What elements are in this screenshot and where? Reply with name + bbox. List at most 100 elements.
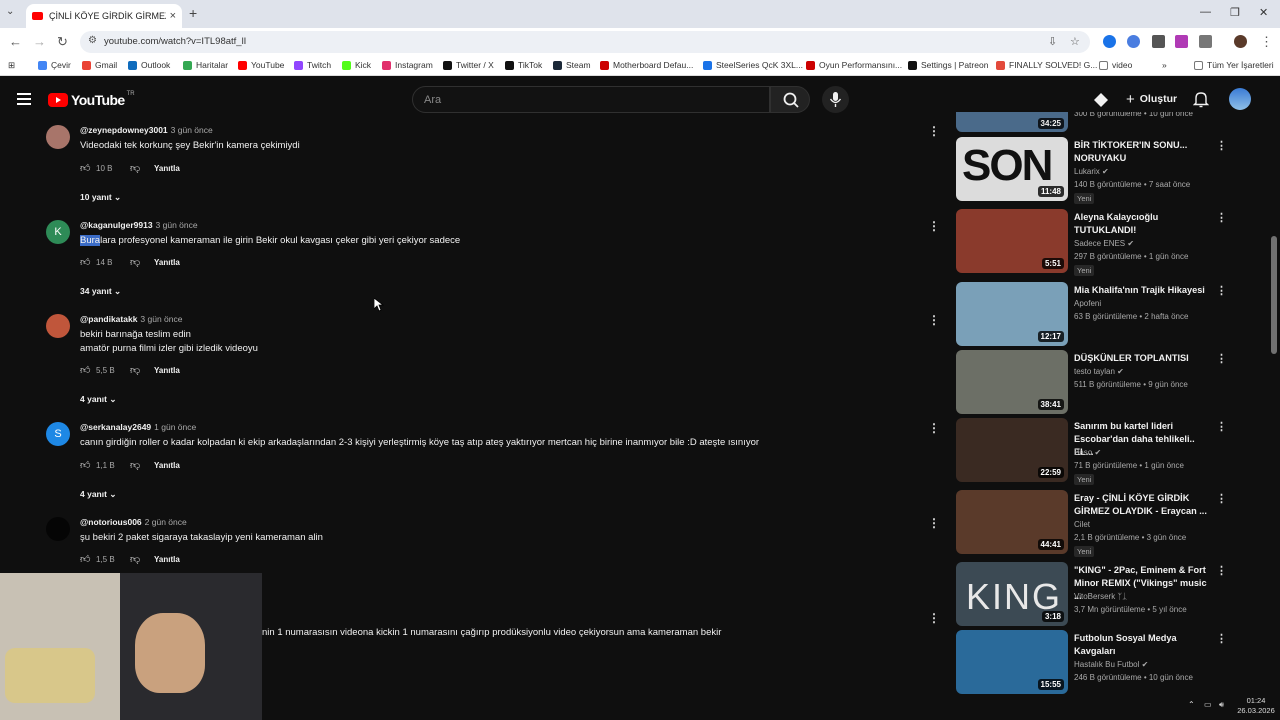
- bookmark-item[interactable]: FINALLY SOLVED! G...: [996, 60, 1097, 70]
- tab-search-icon[interactable]: ⌄: [6, 6, 14, 17]
- video-thumbnail[interactable]: 12:17: [956, 282, 1068, 346]
- channel-name[interactable]: VitoBerserk ᛉᛣ: [1074, 592, 1127, 601]
- video-thumbnail[interactable]: 44:41: [956, 490, 1068, 554]
- recommended-video[interactable]: 22:59 Sanırım bu kartel lideri Escobar'd…: [956, 418, 1227, 485]
- menu-icon[interactable]: [17, 93, 31, 105]
- channel-name[interactable]: Sadece ENES ✔: [1074, 239, 1134, 248]
- restore-icon[interactable]: ❐: [1230, 6, 1240, 19]
- video-title[interactable]: BİR TİKTOKER'IN SONU... NORUYAKU: [1074, 139, 1210, 165]
- comment-time[interactable]: 3 gün önce: [140, 314, 182, 324]
- bookmark-item[interactable]: Instagram: [382, 60, 433, 70]
- like-icon[interactable]: 👍︎: [80, 364, 94, 376]
- channel-name[interactable]: Lukarix ✔: [1074, 167, 1109, 176]
- bookmark-item[interactable]: Motherboard Defau...: [600, 60, 693, 70]
- video-title[interactable]: Aleyna Kalaycıoğlu TUTUKLANDI!: [1074, 211, 1210, 237]
- video-menu-icon[interactable]: ⋮: [1216, 420, 1227, 433]
- dislike-icon[interactable]: 👎︎: [130, 256, 154, 268]
- channel-name[interactable]: Hastalık Bu Futbol ✔: [1074, 660, 1148, 669]
- forward-icon[interactable]: →: [33, 34, 46, 49]
- video-menu-icon[interactable]: ⋮: [1216, 139, 1227, 152]
- site-info-icon[interactable]: ⚙: [88, 35, 97, 46]
- channel-name[interactable]: testo taylan ✔: [1074, 367, 1124, 376]
- extension-icon[interactable]: [1103, 35, 1116, 48]
- page-scrollbar[interactable]: [1271, 236, 1277, 354]
- extension-icon[interactable]: [1175, 35, 1188, 48]
- video-menu-icon[interactable]: ⋮: [1216, 492, 1227, 505]
- bookmark-item[interactable]: Twitter / X: [443, 60, 494, 70]
- dislike-icon[interactable]: 👎︎: [130, 364, 154, 376]
- network-icon[interactable]: ▭: [1204, 700, 1212, 709]
- replies-toggle[interactable]: 4 yanıt ⌄: [80, 394, 116, 405]
- tray-chevron-icon[interactable]: ⌃: [1188, 700, 1195, 709]
- bookmark-folder[interactable]: video: [1099, 60, 1132, 70]
- replies-toggle[interactable]: 10 yanıt ⌄: [80, 192, 121, 203]
- comment-time[interactable]: 1 gün önce: [154, 422, 196, 432]
- video-title[interactable]: Futbolun Sosyal Medya Kavgaları: [1074, 632, 1210, 658]
- bookmark-item[interactable]: Oyun Performansını...: [806, 60, 902, 70]
- comment-author[interactable]: @serkanalay2649: [80, 422, 151, 432]
- bookmark-item[interactable]: Kick: [342, 60, 371, 70]
- like-icon[interactable]: 👍︎: [80, 553, 94, 565]
- recommended-video[interactable]: SON 11:48 BİR TİKTOKER'IN SONU... NORUYA…: [956, 137, 1227, 204]
- video-title[interactable]: DÜŞKÜNLER TOPLANTISI: [1074, 352, 1210, 365]
- dislike-icon[interactable]: 👎︎: [130, 553, 154, 565]
- video-title[interactable]: Mia Khalifa'nın Trajik Hikayesi: [1074, 284, 1210, 297]
- video-thumbnail[interactable]: SON 11:48: [956, 137, 1068, 201]
- bookmark-item[interactable]: Haritalar: [183, 60, 228, 70]
- profile-avatar[interactable]: [1234, 35, 1247, 48]
- bookmark-item[interactable]: Steam: [553, 60, 591, 70]
- bookmark-item[interactable]: Settings | Patreon: [908, 60, 988, 70]
- video-menu-icon[interactable]: ⋮: [1216, 284, 1227, 297]
- comment-author[interactable]: @zeynepdowney3001: [80, 125, 168, 135]
- comment-menu-icon[interactable]: ⋮: [928, 516, 940, 530]
- volume-icon[interactable]: 🔊︎: [1219, 700, 1224, 710]
- comment-author[interactable]: @kaganulger9913: [80, 220, 153, 230]
- comment-menu-icon[interactable]: ⋮: [928, 313, 940, 327]
- account-avatar[interactable]: [1229, 88, 1251, 110]
- video-thumbnail[interactable]: 22:59: [956, 418, 1068, 482]
- reload-icon[interactable]: ↻: [57, 34, 68, 50]
- recommended-video[interactable]: 12:17 Mia Khalifa'nın Trajik Hikayesi Ap…: [956, 282, 1227, 346]
- comment-menu-icon[interactable]: ⋮: [928, 219, 940, 233]
- extension-icon[interactable]: [1152, 35, 1165, 48]
- video-thumbnail[interactable]: KING 3:18: [956, 562, 1068, 626]
- comment-time[interactable]: 3 gün önce: [156, 220, 198, 230]
- system-clock[interactable]: 01:24 26.03.2026: [1236, 696, 1276, 716]
- channel-name[interactable]: Apofeni: [1074, 299, 1101, 308]
- search-input[interactable]: Ara: [412, 86, 770, 113]
- all-bookmarks-folder[interactable]: Tüm Yer İşaretleri: [1194, 60, 1274, 70]
- avatar[interactable]: K: [46, 220, 70, 244]
- youtube-logo[interactable]: YouTube TR: [48, 91, 135, 108]
- replies-toggle[interactable]: 34 yanıt ⌄: [80, 286, 121, 297]
- comment-author[interactable]: @notorious006: [80, 517, 142, 527]
- channel-name[interactable]: Cilet: [1074, 520, 1090, 529]
- bookmark-item[interactable]: YouTube: [238, 60, 284, 70]
- comment-menu-icon[interactable]: ⋮: [928, 421, 940, 435]
- notifications-bell-icon[interactable]: [1193, 91, 1209, 108]
- new-tab-icon[interactable]: +: [189, 5, 197, 21]
- extensions-puzzle-icon[interactable]: [1199, 35, 1212, 48]
- apps-grid-icon[interactable]: ⊞: [8, 60, 15, 71]
- recommended-video[interactable]: 38:41 DÜŞKÜNLER TOPLANTISI testo taylan …: [956, 350, 1227, 414]
- install-app-icon[interactable]: ⇩: [1048, 35, 1057, 48]
- video-thumbnail[interactable]: 38:41: [956, 350, 1068, 414]
- dislike-icon[interactable]: 👎︎: [130, 162, 154, 174]
- avatar[interactable]: [46, 314, 70, 338]
- search-button[interactable]: [770, 86, 810, 113]
- minimize-icon[interactable]: —: [1200, 6, 1211, 18]
- comment-menu-icon[interactable]: ⋮: [928, 124, 940, 138]
- recommended-video[interactable]: 44:41 Eray - ÇİNLİ KÖYE GİRDİK GİRMEZ OL…: [956, 490, 1227, 557]
- comment-time[interactable]: 3 gün önce: [171, 125, 213, 135]
- address-bar[interactable]: ⚙ youtube.com/watch?v=ITL98atf_lI ⇩ ☆: [80, 31, 1090, 53]
- address-url[interactable]: youtube.com/watch?v=ITL98atf_lI: [104, 36, 246, 47]
- avatar[interactable]: S: [46, 422, 70, 446]
- premium-spark-icon[interactable]: [1093, 92, 1109, 108]
- browser-tab[interactable]: ÇİNLİ KÖYE GİRDİK GİRMEZ OL ×: [26, 4, 182, 28]
- avatar[interactable]: [46, 517, 70, 541]
- like-icon[interactable]: 👍︎: [80, 459, 94, 471]
- bookmark-item[interactable]: Twitch: [294, 60, 331, 70]
- tab-close-icon[interactable]: ×: [170, 10, 176, 22]
- avatar[interactable]: [46, 125, 70, 149]
- dislike-icon[interactable]: 👎︎: [130, 459, 154, 471]
- video-thumbnail[interactable]: 34:25: [956, 112, 1068, 132]
